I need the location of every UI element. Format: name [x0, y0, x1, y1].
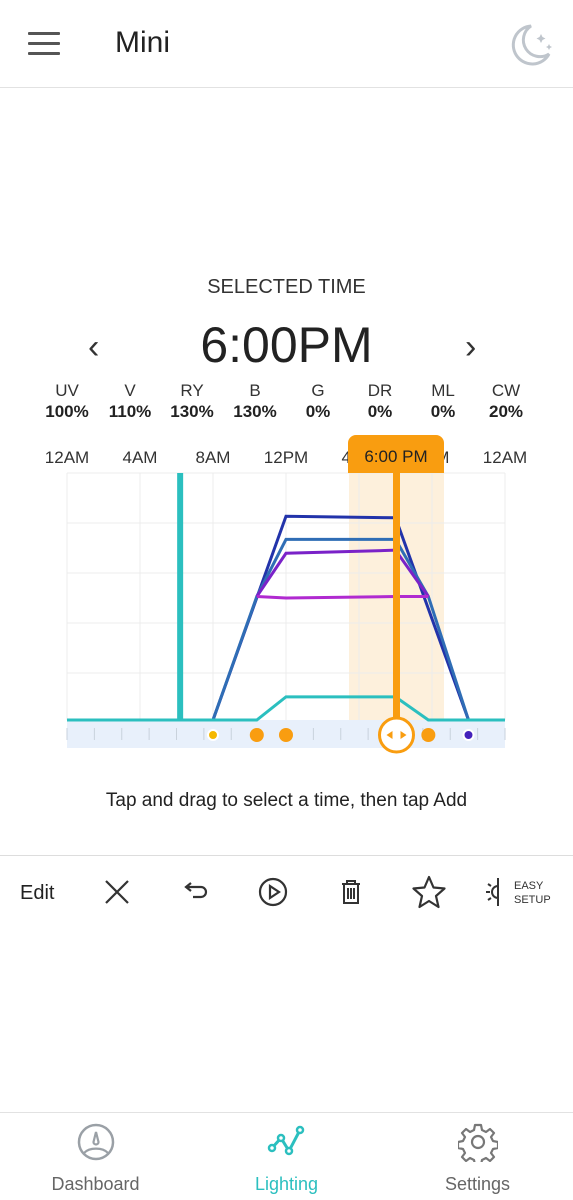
edit-label: Edit	[20, 882, 55, 904]
keyframe-dot	[279, 728, 293, 742]
easy-setup-label-2: SETUP	[514, 894, 551, 906]
undo-icon[interactable]	[177, 874, 213, 910]
keyframe-dot	[207, 729, 219, 741]
nav-dashboard-label: Dashboard	[51, 1174, 140, 1194]
easy-setup-button[interactable]: EASY SETUP	[514, 879, 551, 907]
nav-lighting-label: Lighting	[254, 1174, 319, 1194]
keyframe-dot	[421, 728, 436, 742]
cursor-time-label[interactable]: 6:00 PM	[348, 435, 444, 473]
easy-setup-icon[interactable]	[478, 874, 514, 910]
hint-text: Tap and drag to select a time, then tap …	[105, 790, 468, 811]
keyframe-dot	[249, 728, 264, 742]
series-line-4	[256, 595, 429, 600]
gauge-icon	[77, 1123, 115, 1161]
close-icon[interactable]	[99, 874, 135, 910]
nav-dashboard[interactable]: Dashboard	[0, 1112, 191, 1200]
moon-keyframe-dot	[462, 729, 475, 741]
gear-icon	[458, 1123, 498, 1162]
cursor-drag-handle	[378, 716, 415, 754]
play-icon[interactable]	[255, 874, 291, 910]
line-chart-icon	[267, 1125, 305, 1156]
star-icon[interactable]	[411, 874, 447, 910]
trash-icon[interactable]	[333, 874, 369, 910]
easy-setup-label-1: EASY	[514, 880, 544, 892]
schedule-chart[interactable]	[0, 0, 573, 770]
nav-lighting[interactable]: Lighting	[191, 1112, 382, 1200]
nav-settings[interactable]: Settings	[382, 1112, 573, 1200]
nav-settings-label: Settings	[444, 1174, 511, 1194]
